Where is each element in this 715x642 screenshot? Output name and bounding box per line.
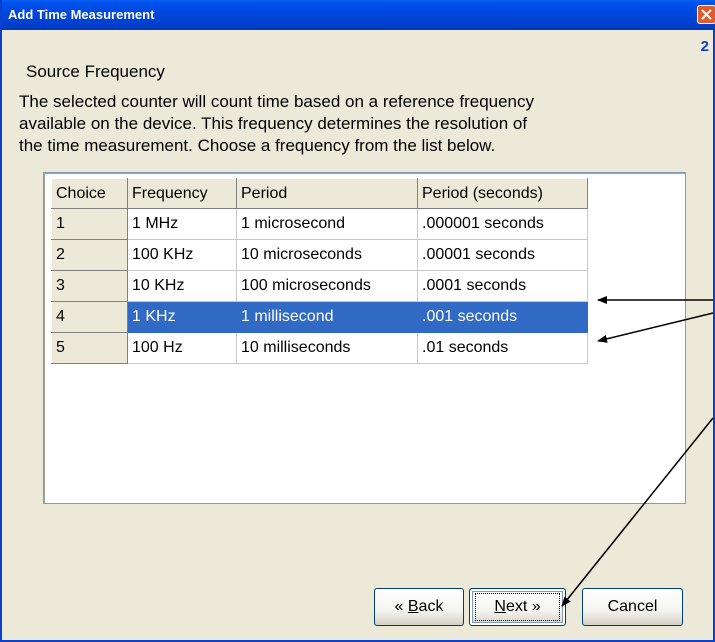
table-row[interactable]: 3 10 KHz 100 microseconds .0001 seconds [51, 270, 588, 302]
row-frequency: 10 KHz [127, 270, 237, 302]
column-header-period[interactable]: Period [236, 178, 418, 209]
row-period: 1 microsecond [236, 208, 418, 240]
column-header-frequency[interactable]: Frequency [127, 178, 237, 209]
back-button[interactable]: « Back [374, 588, 464, 626]
row-period-seconds: .000001 seconds [417, 208, 588, 240]
row-choice: 5 [51, 332, 128, 364]
dialog-window: Add Time Measurement 2 Source Frequency … [0, 0, 715, 642]
next-button[interactable]: Next » [469, 588, 566, 626]
row-period: 1 millisecond [236, 301, 418, 333]
row-choice: 4 [51, 301, 128, 333]
description-line: the time measurement. Choose a frequency… [19, 136, 496, 155]
row-frequency: 100 KHz [127, 239, 237, 271]
table-row[interactable]: 5 100 Hz 10 milliseconds .01 seconds [51, 332, 588, 364]
row-choice: 2 [51, 239, 128, 271]
window-title: Add Time Measurement [8, 7, 155, 22]
row-frequency: 100 Hz [127, 332, 237, 364]
column-header-choice[interactable]: Choice [51, 178, 128, 209]
table-header-row: Choice Frequency Period Period (seconds) [51, 178, 588, 209]
description-line: The selected counter will count time bas… [19, 92, 535, 111]
row-choice: 1 [51, 208, 128, 240]
row-frequency: 1 MHz [127, 208, 237, 240]
row-frequency: 1 KHz [127, 301, 237, 333]
table-row[interactable]: 2 100 KHz 10 microseconds .00001 seconds [51, 239, 588, 271]
column-header-period-seconds[interactable]: Period (seconds) [417, 178, 588, 209]
row-period-seconds: .001 seconds [417, 301, 588, 333]
row-period-seconds: .0001 seconds [417, 270, 588, 302]
next-button-label: Next » [494, 598, 541, 615]
section-heading: Source Frequency [26, 62, 165, 81]
close-button[interactable] [697, 5, 715, 24]
title-bar[interactable]: Add Time Measurement [2, 0, 715, 30]
description-text: The selected counter will count time bas… [19, 91, 659, 157]
description-line: available on the device. This frequency … [19, 114, 528, 133]
row-period: 100 microseconds [236, 270, 418, 302]
frequency-table: Choice Frequency Period Period (seconds)… [51, 178, 588, 364]
back-button-label: « Back [394, 598, 444, 615]
cancel-button[interactable]: Cancel [582, 588, 683, 626]
row-period: 10 microseconds [236, 239, 418, 271]
row-period: 10 milliseconds [236, 332, 418, 364]
close-icon [701, 9, 712, 20]
row-period-seconds: .00001 seconds [417, 239, 588, 271]
table-row-selected[interactable]: 4 1 KHz 1 millisecond .001 seconds [51, 301, 588, 333]
step-number: 2 [700, 38, 709, 55]
row-period-seconds: .01 seconds [417, 332, 588, 364]
frequency-list[interactable]: Choice Frequency Period Period (seconds)… [43, 172, 686, 504]
row-choice: 3 [51, 270, 128, 302]
table-row[interactable]: 1 1 MHz 1 microsecond .000001 seconds [51, 208, 588, 240]
cancel-button-label: Cancel [607, 598, 658, 615]
